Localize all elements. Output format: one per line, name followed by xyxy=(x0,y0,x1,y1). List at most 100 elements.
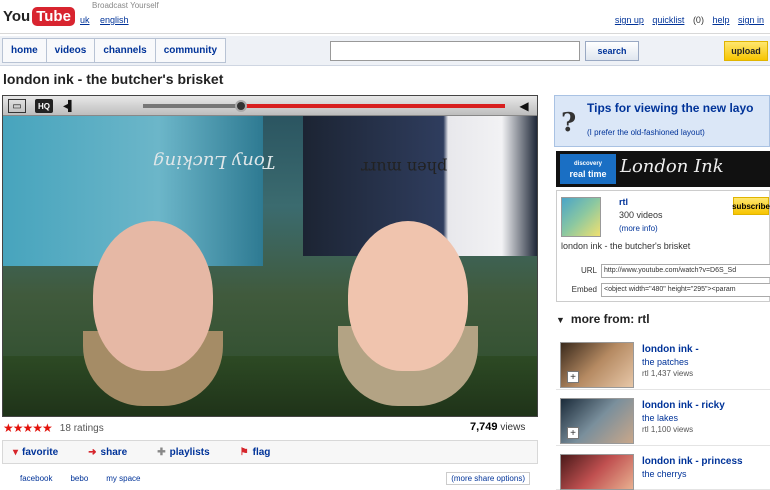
share-facebook[interactable]: facebook xyxy=(20,474,52,483)
share-button[interactable]: ➜ share xyxy=(88,447,127,458)
player-controls: ▭ HQ ◂▌ ◀ xyxy=(3,96,537,116)
add-to-quicklist-icon[interactable]: + xyxy=(567,427,579,439)
logo-you: You xyxy=(3,7,31,25)
view-count: 7,749 views xyxy=(470,421,525,433)
owner-name[interactable]: rtl xyxy=(619,197,628,207)
lang-english-link[interactable]: english xyxy=(100,15,129,25)
related-subtitle[interactable]: the patches xyxy=(642,357,689,367)
related-title[interactable]: london ink - princess xyxy=(642,456,743,467)
nav-row: home videos channels community search up… xyxy=(0,36,770,66)
related-thumbnail[interactable]: + xyxy=(560,342,634,388)
share-myspace[interactable]: my space xyxy=(106,474,140,483)
sign-in-link[interactable]: sign in xyxy=(738,15,764,25)
banner-badge-main: real time xyxy=(569,169,607,179)
url-field[interactable]: http://www.youtube.com/watch?v=D6S_Sd xyxy=(601,264,770,278)
flag-button[interactable]: ⚑ flag xyxy=(240,447,271,458)
top-bar: You Tube Broadcast Yourself uk english s… xyxy=(0,0,770,34)
owner-videos-count: 300 videos xyxy=(619,210,663,220)
flag-icon: ⚑ xyxy=(239,446,249,458)
share-icon: ➜ xyxy=(88,446,97,458)
share-bebo[interactable]: bebo xyxy=(70,474,88,483)
banner-badge: discovery real time xyxy=(560,154,616,184)
related-video[interactable]: + london ink - ricky the lakes rtl 1,100… xyxy=(556,394,770,446)
related-thumbnail[interactable]: + xyxy=(560,398,634,444)
video-player[interactable]: ▭ HQ ◂▌ ◀ phen murr Tony Lucking xyxy=(2,95,538,417)
tab-home[interactable]: home xyxy=(2,38,47,63)
share-label: share xyxy=(100,446,128,458)
ratings-count: 18 ratings xyxy=(59,422,104,434)
quicklist-link[interactable]: quicklist xyxy=(652,15,684,25)
favorite-button[interactable]: ▾ favorite xyxy=(13,447,58,458)
tab-videos[interactable]: videos xyxy=(45,38,96,63)
embed-field[interactable]: <object width="480" height="295"><param xyxy=(601,283,770,297)
related-video[interactable]: london ink - princess the cherrys xyxy=(556,450,770,490)
related-thumbnail[interactable] xyxy=(560,454,634,490)
subscribe-button[interactable]: subscribe xyxy=(732,197,770,215)
related-title[interactable]: london ink - xyxy=(642,344,699,355)
owner-description: london ink - the butcher's brisket xyxy=(561,241,691,251)
banner-badge-top: discovery xyxy=(573,161,603,167)
help-link[interactable]: help xyxy=(712,15,729,25)
related-subtitle[interactable]: the cherrys xyxy=(642,469,687,479)
rating: ★★★★★ 18 ratings xyxy=(3,421,104,435)
banner-title: London Ink xyxy=(620,156,724,177)
action-bar: ▾ favorite ➜ share ✚ playlists ⚑ flag xyxy=(2,440,538,464)
tagline: Broadcast Yourself xyxy=(92,1,159,10)
search-button[interactable]: search xyxy=(585,41,639,61)
playlists-label: playlists xyxy=(169,446,210,458)
progress-handle[interactable] xyxy=(235,100,247,112)
related-views: rtl 1,100 views xyxy=(642,425,694,434)
frame-script-text: Tony Lucking xyxy=(153,151,276,172)
progress-bar[interactable] xyxy=(143,100,505,112)
related-views: rtl 1,437 views xyxy=(642,369,694,378)
owner-more-info-link[interactable]: (more info) xyxy=(619,224,658,233)
share-bar: facebook bebo my space (more share optio… xyxy=(2,468,538,488)
frame-face-right xyxy=(348,221,468,371)
favorite-label: favorite xyxy=(22,446,59,458)
progress-fill xyxy=(241,104,505,108)
flag-label: flag xyxy=(252,446,271,458)
search-input[interactable] xyxy=(330,41,580,61)
frame-shirt-text: phen murr xyxy=(361,158,448,177)
rating-stars[interactable]: ★★★★★ xyxy=(3,421,53,435)
quicklist-count: (0) xyxy=(692,15,704,25)
tips-title[interactable]: Tips for viewing the new layo xyxy=(587,101,753,115)
old-layout-link[interactable]: (I prefer the old-fashioned layout) xyxy=(587,128,705,137)
volume-icon[interactable]: ◂▌ xyxy=(61,99,77,113)
tips-box: ? Tips for viewing the new layo (I prefe… xyxy=(554,95,770,147)
url-label: URL xyxy=(580,266,597,275)
embed-label: Embed xyxy=(571,285,597,294)
youtube-logo[interactable]: You Tube xyxy=(3,3,75,29)
playlist-icon: ✚ xyxy=(157,446,166,458)
question-icon: ? xyxy=(561,108,577,138)
tab-channels[interactable]: channels xyxy=(94,38,156,63)
tab-community[interactable]: community xyxy=(154,38,227,63)
collapse-triangle-icon: ▼ xyxy=(556,315,565,325)
frame-face-left xyxy=(93,221,213,371)
related-subtitle[interactable]: the lakes xyxy=(642,413,678,423)
fullscreen-icon[interactable]: ▭ xyxy=(8,99,26,113)
favorite-icon: ▾ xyxy=(13,446,19,458)
views-number: 7,749 xyxy=(470,421,498,433)
lang-uk-link[interactable]: uk xyxy=(80,15,90,25)
video-frame[interactable]: phen murr Tony Lucking xyxy=(3,116,537,416)
owner-avatar[interactable] xyxy=(561,197,601,237)
channel-banner[interactable]: discovery real time London Ink xyxy=(556,151,770,187)
hq-toggle[interactable]: HQ xyxy=(35,99,53,113)
add-to-quicklist-icon[interactable]: + xyxy=(567,371,579,383)
owner-box: rtl 300 videos (more info) subscribe lon… xyxy=(556,190,770,302)
language-links: uk english xyxy=(80,15,137,25)
account-links: sign up quicklist (0) help sign in xyxy=(609,15,764,25)
playlists-button[interactable]: ✚ playlists xyxy=(157,447,209,458)
related-title[interactable]: london ink - ricky xyxy=(642,400,725,411)
more-from-title: more from: rtl xyxy=(570,312,650,326)
upload-button[interactable]: upload xyxy=(724,41,768,61)
views-label: views xyxy=(500,422,526,433)
more-from-heading[interactable]: ▼ more from: rtl xyxy=(556,312,650,326)
play-icon[interactable]: ◀ xyxy=(517,99,531,113)
related-video[interactable]: + london ink - the patches rtl 1,437 vie… xyxy=(556,338,770,390)
sign-up-link[interactable]: sign up xyxy=(615,15,644,25)
nav-tabs: home videos channels community xyxy=(2,38,227,63)
video-title: london ink - the butcher's brisket xyxy=(3,71,224,87)
more-share-options[interactable]: (more share options) xyxy=(446,471,530,485)
